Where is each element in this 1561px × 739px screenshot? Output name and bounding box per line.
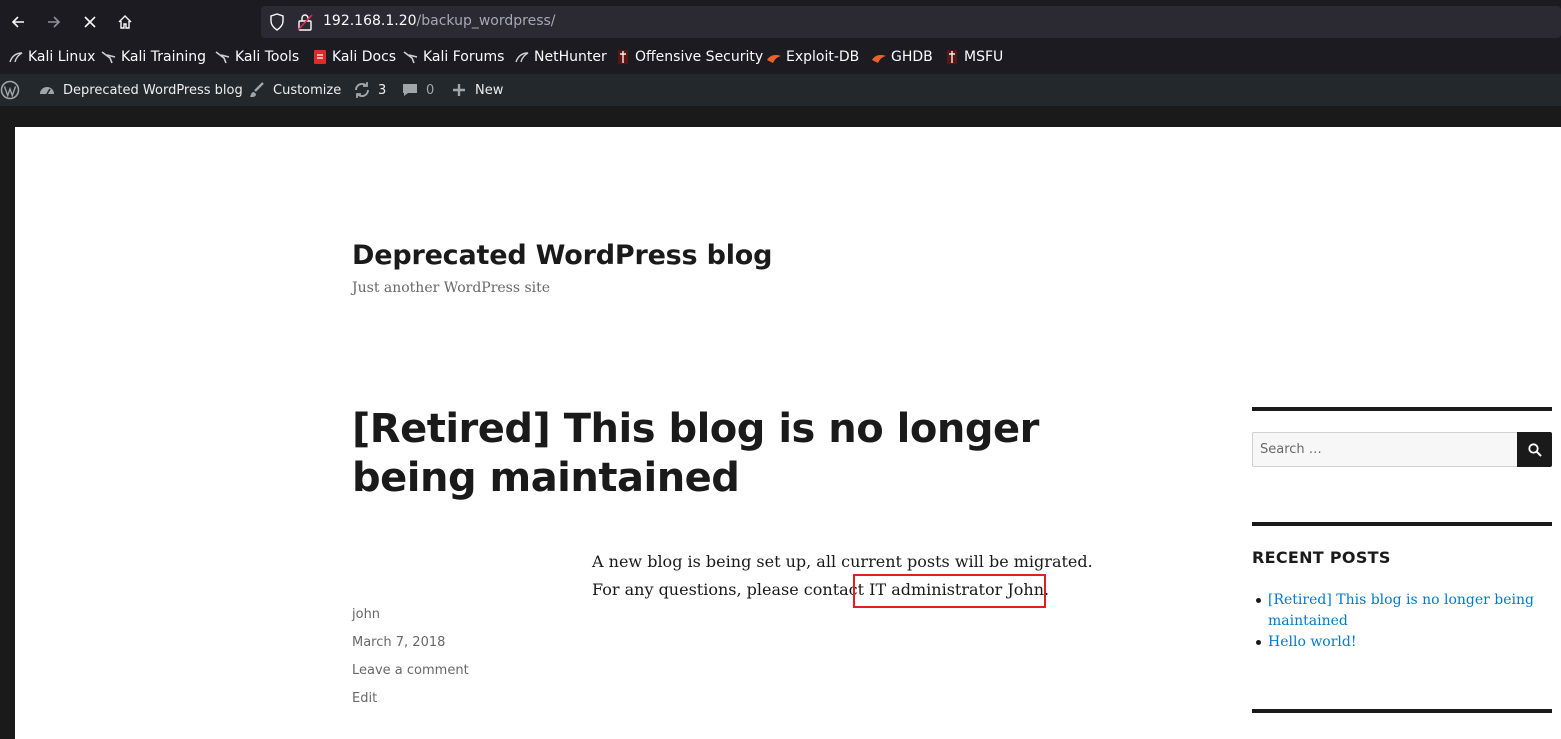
customize-link[interactable]: Customize: [247, 74, 341, 106]
comments-count: 0: [426, 82, 435, 98]
bookmark-label: Kali Training: [121, 49, 206, 65]
red-highlight-box: [853, 574, 1046, 608]
bookmark-label: MSFU: [964, 49, 1004, 65]
browser-toolbar: 192.168.1.20/backup_wordpress/: [0, 0, 1561, 44]
updates-link[interactable]: 3: [352, 74, 386, 106]
insecure-lock-icon[interactable]: [297, 13, 313, 31]
list-item: Hello world!: [1252, 632, 1552, 653]
bookmark-kali-tools[interactable]: Kali Tools: [215, 49, 299, 65]
site-description: Just another WordPress site: [352, 280, 551, 296]
bookmark-label: Kali Forums: [423, 49, 505, 65]
bookmark-kali-docs[interactable]: Kali Docs: [312, 49, 396, 65]
search-button[interactable]: [1517, 432, 1552, 467]
url-bar[interactable]: 192.168.1.20/backup_wordpress/: [261, 6, 1561, 38]
kali-docs-icon: [312, 49, 328, 65]
bookmark-label: Kali Linux: [28, 49, 96, 65]
search-input[interactable]: [1253, 433, 1517, 466]
customize-label: Customize: [273, 82, 342, 98]
bookmarks-toolbar: Kali Linux Kali Training Kali Tools Kali…: [0, 44, 1561, 72]
paintbrush-icon: [247, 80, 267, 100]
bookmark-offensive-security[interactable]: Offensive Security: [615, 49, 763, 65]
kali-dragon-icon: [403, 49, 419, 65]
bookmark-label: Offensive Security: [635, 49, 764, 65]
back-arrow-icon: [11, 16, 24, 28]
ghdb-icon: [871, 49, 887, 65]
edit-link[interactable]: Edit: [352, 691, 377, 706]
wp-logo-menu[interactable]: [0, 74, 20, 106]
dashboard-icon: [37, 80, 57, 100]
admin-site-name-label: Deprecated WordPress blog: [63, 82, 243, 98]
updates-icon: [352, 80, 372, 100]
close-icon: [84, 16, 96, 28]
msfu-icon: [944, 49, 960, 65]
recent-posts-title: RECENT POSTS: [1252, 548, 1391, 567]
wordpress-logo-icon: [0, 80, 20, 100]
recent-post-link[interactable]: Hello world!: [1268, 634, 1357, 650]
leave-comment-link[interactable]: Leave a comment: [352, 663, 469, 678]
recent-posts-list: [Retired] This blog is no longer being m…: [1252, 590, 1552, 653]
home-icon: [118, 15, 132, 29]
sidebar-divider: [1252, 407, 1552, 411]
url-host: 192.168.1.20: [323, 13, 417, 29]
post-line-1: A new blog is being set up, all current …: [592, 552, 1093, 571]
list-item: [Retired] This blog is no longer being m…: [1252, 590, 1552, 632]
bookmark-msfu[interactable]: MSFU: [944, 49, 1003, 65]
admin-site-name[interactable]: Deprecated WordPress blog: [37, 74, 243, 106]
comment-bubble-icon: [400, 80, 420, 100]
kali-dragon-icon: [8, 49, 24, 65]
offsec-icon: [615, 49, 631, 65]
bookmark-label: Exploit-DB: [786, 49, 860, 65]
wp-admin-bar: Deprecated WordPress blog Customize 3 0 …: [0, 74, 1561, 106]
bookmark-kali-training[interactable]: Kali Training: [101, 49, 206, 65]
bookmark-kali-linux[interactable]: Kali Linux: [8, 49, 95, 65]
bookmark-label: GHDB: [891, 49, 933, 65]
bookmark-nethunter[interactable]: NetHunter: [514, 49, 607, 65]
url-text[interactable]: 192.168.1.20/backup_wordpress/: [323, 13, 556, 29]
post-date[interactable]: March 7, 2018: [352, 635, 445, 650]
exploitdb-icon: [766, 49, 782, 65]
home-button[interactable]: [111, 8, 139, 36]
plus-icon: [449, 80, 469, 100]
shield-icon[interactable]: [269, 13, 285, 31]
stop-button[interactable]: [76, 8, 104, 36]
post-author[interactable]: john: [352, 607, 380, 622]
bookmark-kali-forums[interactable]: Kali Forums: [403, 49, 504, 65]
post-title[interactable]: [Retired] This blog is no longer being m…: [352, 405, 1172, 503]
sidebar-divider: [1252, 522, 1552, 526]
updates-count: 3: [378, 82, 387, 98]
kali-dragon-icon: [101, 49, 117, 65]
kali-dragon-icon: [215, 49, 231, 65]
search-icon: [1527, 442, 1542, 457]
comments-link[interactable]: 0: [400, 74, 434, 106]
back-button[interactable]: [4, 8, 32, 36]
site-title[interactable]: Deprecated WordPress blog: [352, 240, 772, 271]
new-content-link[interactable]: New: [449, 74, 503, 106]
bookmark-label: Kali Tools: [235, 49, 300, 65]
bookmark-label: Kali Docs: [332, 49, 397, 65]
bookmark-ghdb[interactable]: GHDB: [871, 49, 933, 65]
nethunter-icon: [514, 49, 530, 65]
bookmark-exploit-db[interactable]: Exploit-DB: [766, 49, 859, 65]
recent-post-link[interactable]: [Retired] This blog is no longer being m…: [1268, 592, 1534, 629]
search-form: [1252, 432, 1518, 467]
url-path: /backup_wordpress/: [416, 13, 556, 29]
forward-button[interactable]: [40, 8, 68, 36]
bookmark-label: NetHunter: [534, 49, 607, 65]
sidebar-divider: [1252, 709, 1552, 713]
forward-arrow-icon: [48, 16, 61, 28]
new-label: New: [475, 82, 504, 98]
post-line-2-prefix: For any questions, please contact: [592, 580, 870, 599]
